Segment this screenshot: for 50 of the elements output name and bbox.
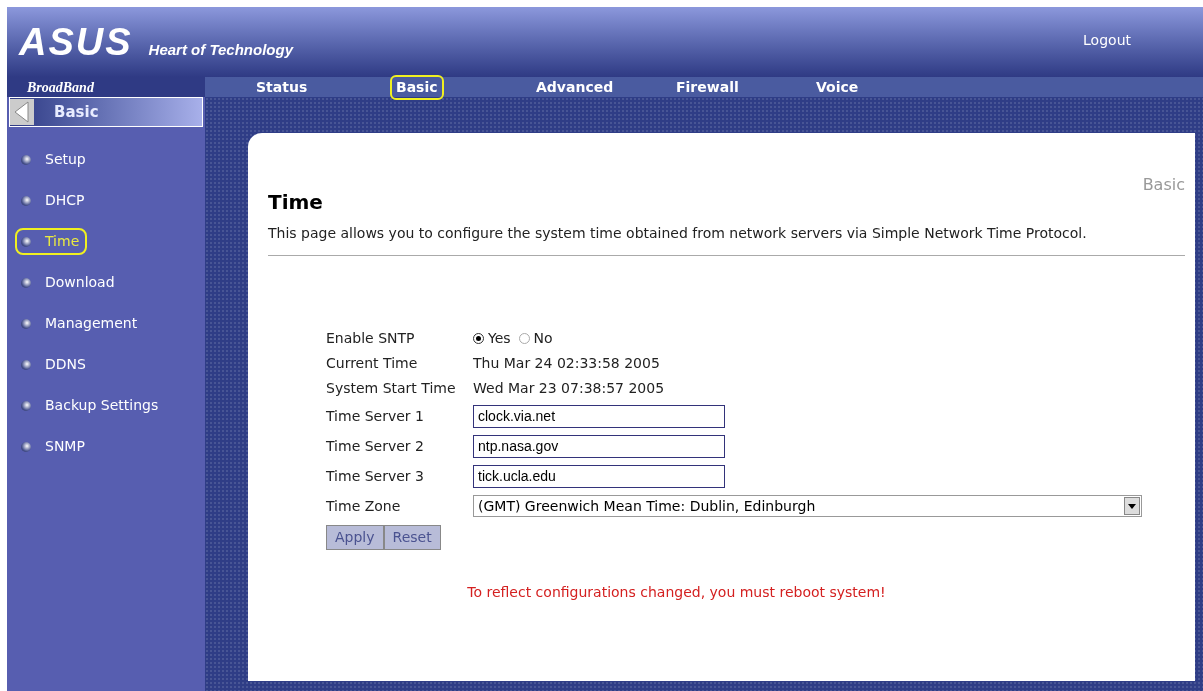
bullet-icon — [21, 318, 31, 329]
sidebar-item[interactable]: Management — [15, 310, 146, 337]
section-label: Basic — [1142, 174, 1185, 196]
field-label: Current Time — [326, 354, 419, 373]
radio-button[interactable] — [518, 333, 530, 344]
field-label: Time Zone — [326, 496, 402, 516]
form-button[interactable]: Reset — [383, 525, 441, 550]
input-field[interactable]: ntp.nasa.gov — [473, 434, 725, 458]
sidebar-item[interactable]: Time — [15, 228, 88, 255]
logout-link[interactable]: Logout — [1083, 30, 1131, 51]
bullet-icon — [21, 441, 31, 452]
sidebar-item[interactable]: DDNS — [15, 351, 94, 378]
nav-tab[interactable]: Basic — [390, 74, 510, 100]
input-field[interactable]: tick.ucla.edu — [473, 464, 725, 488]
radio-option[interactable]: Yes — [473, 328, 511, 349]
field-label: Time Server 2 — [326, 436, 425, 456]
bullet-icon — [21, 195, 31, 206]
bullet-icon — [21, 277, 31, 288]
radio-button[interactable] — [473, 333, 484, 344]
field-label: Time Server 3 — [326, 466, 425, 486]
dropdown[interactable]: (GMT) Greenwich Mean Time: Dublin, Edinburgh — [473, 495, 1142, 517]
field-value: Wed Mar 23 07:38:57 2005 — [473, 379, 665, 398]
nav-tab[interactable]: Status — [250, 74, 370, 100]
input-field[interactable]: clock.via.net — [473, 404, 725, 428]
bullet-icon — [21, 236, 31, 247]
sidebar-item[interactable]: Backup Settings — [15, 392, 167, 419]
field-value: Thu Mar 24 02:33:58 2005 — [473, 354, 660, 373]
tagline: Heart of Technology — [148, 39, 294, 60]
section-header: Basic — [9, 97, 203, 127]
field-label: System Start Time — [326, 379, 457, 398]
bullet-icon — [21, 154, 31, 165]
radio-option[interactable]: No — [518, 328, 553, 349]
sidebar-item[interactable]: DHCP — [15, 187, 93, 214]
sidebar-item[interactable]: SNMP — [15, 433, 93, 460]
caret-icon — [1128, 503, 1136, 509]
nav-tab[interactable]: Voice — [810, 74, 930, 100]
nav-tab[interactable]: Firewall — [670, 74, 790, 100]
field-label: Time Server 1 — [326, 406, 425, 426]
logo: ASUS — [19, 23, 133, 61]
bullet-icon — [21, 359, 31, 370]
form-button[interactable]: Apply — [326, 525, 384, 550]
sidebar-item[interactable]: Setup — [15, 146, 94, 173]
brand-label: BroadBand — [27, 78, 94, 97]
field-label: Enable SNTP — [326, 329, 416, 348]
sidebar-item[interactable]: Download — [15, 269, 123, 296]
page-title: Time — [268, 189, 323, 216]
bullet-icon — [21, 400, 31, 411]
nav-tab[interactable]: Advanced — [530, 74, 650, 100]
page-description: This page allows you to configure the system time obtained from network servers via Simple Network Time Protocol. — [268, 225, 1088, 241]
reboot-notice: To reflect configurations changed, you must reboot system! — [466, 583, 887, 602]
